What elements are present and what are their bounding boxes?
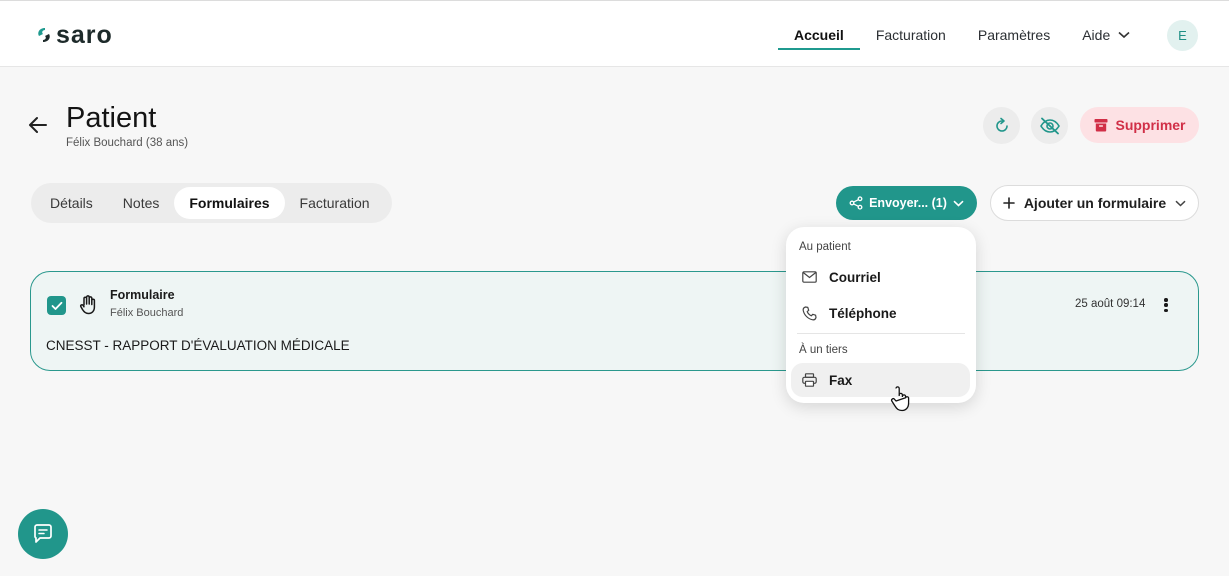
menu-item-fax-label: Fax [829,372,853,388]
delete-label: Supprimer [1115,117,1186,133]
menu-section-patient: Au patient [799,241,851,253]
menu-item-fax[interactable]: Fax [791,363,970,397]
form-patient: Félix Bouchard [110,307,184,319]
tab-notes[interactable]: Notes [108,187,175,219]
nav-accueil[interactable]: Accueil [778,1,860,68]
logo-text: saro [56,21,113,49]
back-button[interactable] [27,114,49,136]
send-button[interactable]: Envoyer... (1) [836,186,977,220]
menu-divider [797,333,965,334]
page-subtitle: Félix Bouchard (38 ans) [66,137,189,149]
menu-section-third-party: À un tiers [799,344,848,356]
nav-aide-label: Aide [1082,26,1111,43]
patient-tabs: Détails Notes Formulaires Facturation [31,183,392,223]
page-title: Patient [66,102,157,134]
trash-icon [1094,119,1108,132]
check-icon [51,301,62,310]
nav-aide[interactable]: Aide [1066,1,1146,68]
chevron-down-icon [953,200,964,207]
share-icon [849,196,863,210]
delete-button[interactable]: Supprimer [1080,107,1199,143]
form-title: Formulaire [110,288,175,302]
logo-mark-icon [38,28,50,42]
form-card[interactable]: Formulaire Félix Bouchard CNESST - RAPPO… [30,271,1199,371]
nav-facturation[interactable]: Facturation [860,1,962,68]
nav-parametres-label: Paramètres [977,26,1051,43]
add-form-label: Ajouter un formulaire [1023,195,1167,211]
main-nav: Accueil Facturation Paramètres Aide [778,1,1146,68]
form-date: 25 août 09:14 [1075,298,1146,310]
menu-item-email[interactable]: Courriel [791,260,970,294]
menu-item-phone-label: Téléphone [829,305,897,321]
refresh-button[interactable] [983,107,1020,144]
chevron-down-icon [1118,31,1130,39]
form-checkbox[interactable] [47,296,66,315]
nav-accueil-label: Accueil [794,26,844,43]
chevron-down-icon [1175,200,1186,207]
chat-button[interactable] [18,509,68,559]
refresh-icon [995,117,1008,132]
mail-icon [802,271,817,283]
hand-pointer-cursor-icon [890,386,910,417]
nav-facturation-label: Facturation [875,26,946,43]
nav-parametres[interactable]: Paramètres [962,1,1066,68]
tab-facturation[interactable]: Facturation [285,187,385,219]
chat-icon [34,524,52,543]
arrow-left-icon [29,117,47,133]
eye-off-icon [1039,117,1060,134]
form-description: CNESST - RAPPORT D'ÉVALUATION MÉDICALE [46,338,350,353]
phone-icon [802,305,817,320]
tab-formulaires[interactable]: Formulaires [174,187,285,219]
menu-item-phone[interactable]: Téléphone [791,296,970,330]
plus-icon [1003,197,1015,209]
send-menu: Au patient Courriel Téléphone À un tiers… [786,227,976,403]
add-form-button[interactable]: Ajouter un formulaire [990,185,1199,221]
more-options-icon[interactable] [1161,296,1171,314]
saro-logo[interactable]: saro [36,21,113,49]
send-label: Envoyer... (1) [869,196,947,210]
menu-item-email-label: Courriel [829,269,881,285]
hand-signature-icon [79,295,97,320]
tab-details[interactable]: Détails [35,187,108,219]
top-bar: saro Accueil Facturation Paramètres Aide… [0,0,1229,67]
printer-icon [802,373,817,387]
user-avatar[interactable]: E [1167,20,1198,51]
hide-button[interactable] [1031,107,1068,144]
